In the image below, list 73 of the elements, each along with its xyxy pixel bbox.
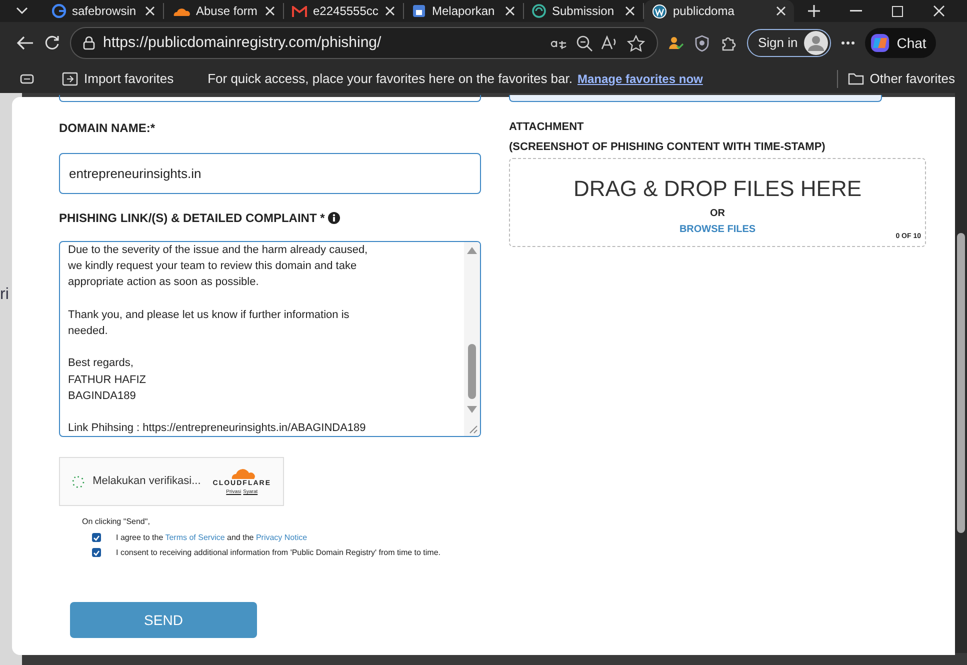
textarea-scrollbar[interactable] [464, 242, 480, 436]
close-tab-icon[interactable] [265, 6, 275, 16]
complaint-textarea[interactable] [59, 241, 481, 437]
previous-field[interactable] [59, 95, 481, 102]
consent-text: I agree to the Terms of Service and the Privacy Notice [116, 533, 308, 543]
close-icon[interactable] [933, 5, 945, 17]
w-logo-icon [652, 4, 667, 18]
minimize-icon[interactable] [850, 10, 862, 12]
chat-button[interactable]: Chat [864, 28, 936, 58]
puzzle-icon[interactable] [720, 34, 737, 52]
close-tab-icon[interactable] [625, 6, 635, 16]
swirl-icon [532, 4, 546, 18]
mail-icon [292, 6, 307, 16]
browse-files-link[interactable]: BROWSE FILES [679, 222, 756, 237]
maximize-icon[interactable] [892, 6, 903, 16]
reading-list-icon[interactable] [20, 72, 34, 84]
url-text: https://publicdomainregistry.com/phishing/ [103, 32, 382, 53]
new-tab-icon[interactable] [807, 4, 821, 18]
lock-icon [83, 36, 95, 50]
field-label: DOMAIN NAME:* [59, 120, 156, 137]
background-page-text: ri [0, 285, 9, 305]
import-favorites-button[interactable]: Import favorites [62, 68, 174, 88]
consent-link[interactable]: Terms of Service [165, 533, 225, 542]
avatar-icon [804, 31, 828, 55]
folder-icon [848, 72, 864, 85]
checkbox[interactable] [92, 548, 101, 557]
browser-tab[interactable]: e2245555cc [284, 3, 404, 19]
chevron-down-icon[interactable] [16, 7, 28, 15]
other-favorites-button[interactable]: Other favorites [848, 68, 955, 88]
manage-favorites-link[interactable]: Manage favorites now [578, 70, 703, 88]
browser-tab[interactable]: Submission [524, 3, 644, 19]
scroll-up-icon[interactable] [467, 247, 477, 254]
browser-tab[interactable]: safebrowsin [44, 3, 164, 19]
star-icon[interactable] [627, 34, 645, 52]
browser-tab[interactable]: publicdoma [644, 0, 794, 22]
person-check-icon[interactable] [668, 35, 684, 51]
field-label: PHISHING LINK/(S) & DETAILED COMPLAINT * [59, 210, 325, 227]
consent-text: I consent to receiving additional information from 'Public Domain Registry' from time to time. [116, 548, 441, 558]
textarea-scroll-thumb[interactable] [468, 344, 476, 399]
drop-or: OR [710, 207, 725, 221]
address-field[interactable]: https://publicdomainregistry.com/phishing/ [70, 27, 658, 59]
field-label: ATTACHMENT [509, 120, 585, 135]
close-tab-icon[interactable] [145, 6, 155, 16]
copilot-icon [868, 32, 891, 54]
shield-icon[interactable] [694, 34, 710, 52]
sign-in-button[interactable]: Sign in [747, 29, 831, 57]
captcha-status: Melakukan verifikasi... [92, 474, 201, 490]
more-icon[interactable] [840, 41, 855, 45]
scrollbar-thumb[interactable] [957, 233, 965, 533]
browser-tab[interactable]: Melaporkan [404, 3, 524, 19]
cloud-icon [172, 6, 190, 16]
consent-link[interactable]: Privacy Notice [256, 533, 308, 542]
previous-field[interactable] [509, 95, 882, 102]
scroll-down-icon[interactable] [467, 406, 477, 413]
domain-field[interactable]: entrepreneurinsights.in [59, 153, 481, 194]
resize-grip-icon[interactable] [468, 424, 478, 434]
field-label: (SCREENSHOT OF PHISHING CONTENT WITH TIME-STAMP) [509, 140, 826, 154]
refresh-icon[interactable] [44, 35, 60, 51]
back-icon[interactable] [16, 36, 34, 50]
close-tab-icon[interactable] [776, 6, 786, 16]
close-tab-icon[interactable] [505, 6, 515, 16]
consent-intro: On clicking "Send", [82, 516, 151, 528]
drop-title: DRAG & DROP FILES HERE [573, 175, 862, 203]
complaint-text: Due to the severity of the issue and the harm already caused, we kindly request your team to review this domain and take appropriate action as soon as possible. Thank you, and please let us know if further information is needed. Best regards, FATHUR HAFIZ BAGINDA189 Link Phihsing : https://entrepreneurinsights.in/ABAGINDA189 [68, 243, 369, 436]
g-logo-icon [52, 4, 66, 18]
import-icon [62, 72, 78, 86]
zoom-out-icon[interactable] [576, 34, 593, 52]
close-tab-icon[interactable] [385, 6, 395, 16]
favorites-hint: For quick access, place your favorites here on the favorites bar. [208, 70, 572, 88]
browser-tab[interactable]: Abuse form [164, 3, 284, 19]
building-icon [412, 4, 426, 18]
checkbox[interactable] [92, 533, 101, 542]
info-icon[interactable] [328, 212, 340, 224]
